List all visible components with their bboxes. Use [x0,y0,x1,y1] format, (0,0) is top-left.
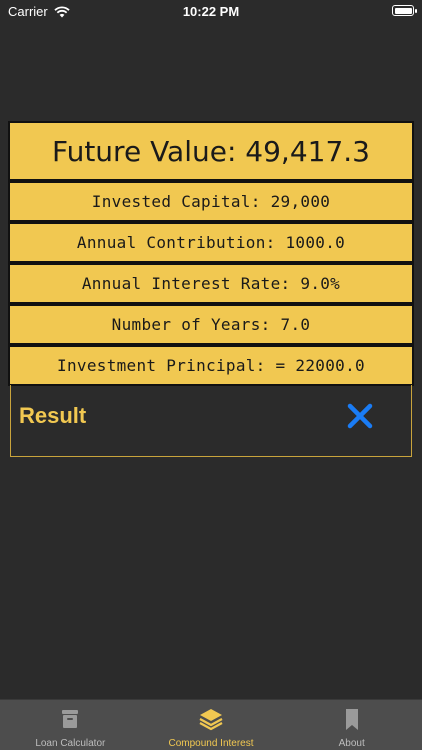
bookmark-icon [345,709,358,730]
clock: 10:22 PM [182,4,240,19]
close-icon[interactable] [345,401,375,431]
result-panel: Future Value: 49,417.3 Invested Capital:… [8,121,414,386]
status-bar: Carrier 10:22 PM [0,0,422,22]
result-header: Result [10,385,412,457]
annual-contribution-row: Annual Contribution: 1000.0 [8,222,414,263]
invested-capital-row: Invested Capital: 29,000 [8,181,414,222]
tab-loan-calculator[interactable]: Loan Calculator [0,700,141,750]
annual-interest-rate-row: Annual Interest Rate: 9.0% [8,263,414,304]
number-of-years-row: Number of Years: 7.0 [8,304,414,345]
archive-box-icon [62,710,79,728]
tab-label-compound-interest: Compound Interest [168,738,254,749]
result-label: Result [19,403,87,428]
battery-icon [392,5,417,16]
battery-level [394,7,412,14]
tab-label-about: About [338,738,365,749]
tab-about[interactable]: About [281,700,422,750]
tab-bar: Loan Calculator Compound Interest About [0,699,422,750]
future-value-title: Future Value: 49,417.3 [8,121,414,181]
tab-label-loan-calculator: Loan Calculator [35,738,106,749]
investment-principal-row: Investment Principal: = 22000.0 [8,345,414,386]
tab-compound-interest[interactable]: Compound Interest [141,700,282,750]
app-screen: Carrier 10:22 PM Future Value: 49,417.3 … [0,0,422,750]
layers-stack-icon [199,709,223,731]
